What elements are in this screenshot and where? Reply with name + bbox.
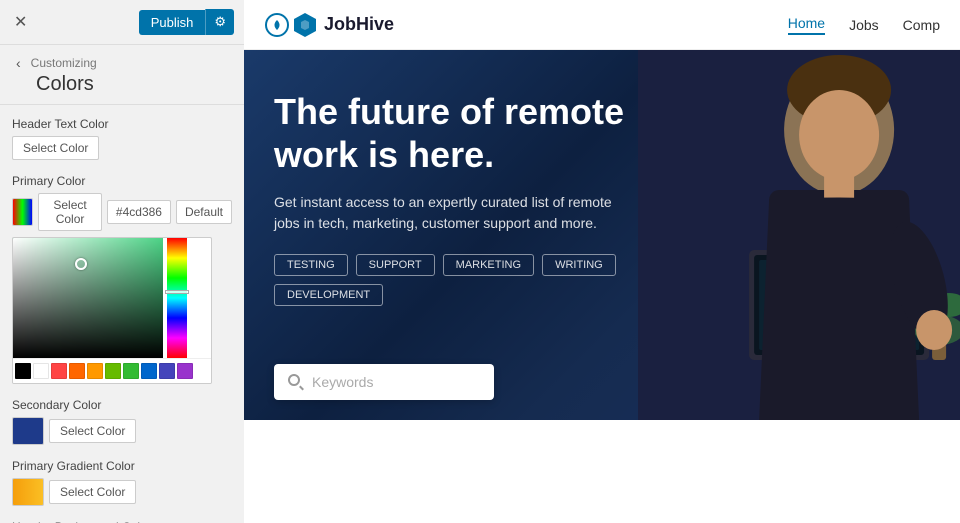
color-picker-gradient-area — [13, 238, 211, 358]
tag-support[interactable]: SUPPORT — [356, 254, 435, 276]
primary-color-button[interactable]: Select Color — [38, 193, 102, 231]
hue-bar[interactable] — [167, 238, 187, 358]
header-text-color-button[interactable]: Select Color — [12, 136, 99, 160]
nav-link-comp[interactable]: Comp — [903, 17, 940, 33]
search-icon-circle — [288, 374, 300, 386]
website-preview: JobHive Home Jobs Comp — [244, 0, 960, 523]
swatch-purple[interactable] — [177, 363, 193, 379]
swatch-indigo[interactable] — [159, 363, 175, 379]
search-icon-handle — [299, 386, 304, 391]
secondary-color-label: Secondary Color — [12, 398, 232, 412]
tag-marketing[interactable]: MARKETING — [443, 254, 534, 276]
site-logo: JobHive — [264, 12, 394, 38]
primary-color-section: Primary Color Select Color #4cd386 Defau… — [12, 174, 232, 384]
primary-color-swatch[interactable] — [12, 198, 33, 226]
secondary-color-section: Secondary Color Select Color — [12, 398, 232, 445]
logo-svg-1 — [264, 12, 290, 38]
color-gradient-field[interactable] — [13, 238, 163, 358]
primary-gradient-swatch[interactable] — [12, 478, 44, 506]
top-bar: ✕ Publish ⚙ — [0, 0, 244, 45]
swatch-black[interactable] — [15, 363, 31, 379]
search-icon — [288, 374, 304, 390]
gradient-crosshair[interactable] — [75, 258, 87, 270]
secondary-color-swatch[interactable] — [12, 417, 44, 445]
section-title: Colors — [36, 73, 232, 96]
tags-row: TESTING SUPPORT MARKETING WRITING DEVELO… — [274, 254, 634, 306]
hero-person-svg — [638, 50, 960, 420]
nav-links: Home Jobs Comp — [788, 15, 940, 35]
secondary-color-button[interactable]: Select Color — [49, 419, 136, 443]
header-text-color-section: Header Text Color Select Color — [12, 117, 232, 160]
primary-gradient-row: Select Color — [12, 478, 232, 506]
hero-image-area — [638, 50, 960, 420]
breadcrumb: ‹ Customizing Colors — [0, 45, 244, 105]
breadcrumb-parent: Customizing — [31, 56, 97, 70]
search-placeholder[interactable]: Keywords — [312, 374, 480, 390]
color-swatches-row — [13, 358, 211, 383]
hero-subtitle: Get instant access to an expertly curate… — [274, 192, 634, 234]
logo-icon-2 — [292, 12, 318, 38]
hero-content: The future of remote work is here. Get i… — [244, 50, 664, 346]
swatch-orange[interactable] — [69, 363, 85, 379]
primary-gradient-color-section: Primary Gradient Color Select Color — [12, 459, 232, 506]
hero-title: The future of remote work is here. — [274, 90, 634, 176]
color-picker[interactable] — [12, 237, 212, 384]
secondary-color-row: Select Color — [12, 417, 232, 445]
tag-testing[interactable]: TESTING — [274, 254, 348, 276]
customizer-panel: ✕ Publish ⚙ ‹ Customizing Colors Header … — [0, 0, 244, 523]
logo-icon-1 — [264, 12, 290, 38]
logo-icons — [264, 12, 318, 38]
swatch-amber[interactable] — [87, 363, 103, 379]
tag-writing[interactable]: WRITING — [542, 254, 616, 276]
header-text-color-label: Header Text Color — [12, 117, 232, 131]
close-button[interactable]: ✕ — [10, 8, 31, 36]
search-bar[interactable]: Keywords — [274, 364, 494, 400]
site-navigation: JobHive Home Jobs Comp — [244, 0, 960, 50]
primary-color-label: Primary Color — [12, 174, 232, 188]
publish-settings-button[interactable]: ⚙ — [205, 9, 234, 35]
back-button[interactable]: ‹ — [12, 53, 25, 73]
publish-btn-group: Publish ⚙ — [139, 9, 234, 35]
primary-gradient-color-label: Primary Gradient Color — [12, 459, 232, 473]
swatch-blue[interactable] — [141, 363, 157, 379]
site-logo-text: JobHive — [324, 14, 394, 35]
hex-value-display[interactable]: #4cd386 — [107, 200, 171, 224]
primary-color-row: Select Color #4cd386 Default — [12, 193, 232, 231]
site-preview-container: JobHive Home Jobs Comp — [244, 0, 960, 523]
nav-link-jobs[interactable]: Jobs — [849, 17, 879, 33]
tag-development[interactable]: DEVELOPMENT — [274, 284, 383, 306]
swatch-white[interactable] — [33, 363, 49, 379]
publish-button[interactable]: Publish — [139, 10, 206, 35]
nav-link-home[interactable]: Home — [788, 15, 825, 35]
panel-content: Header Text Color Select Color Primary C… — [0, 105, 244, 523]
default-button[interactable]: Default — [176, 200, 232, 224]
logo-svg-2 — [292, 12, 318, 38]
primary-gradient-button[interactable]: Select Color — [49, 480, 136, 504]
swatch-lime[interactable] — [105, 363, 121, 379]
hue-slider[interactable] — [165, 290, 189, 294]
hero-section: The future of remote work is here. Get i… — [244, 50, 960, 420]
swatch-red[interactable] — [51, 363, 67, 379]
swatch-green[interactable] — [123, 363, 139, 379]
